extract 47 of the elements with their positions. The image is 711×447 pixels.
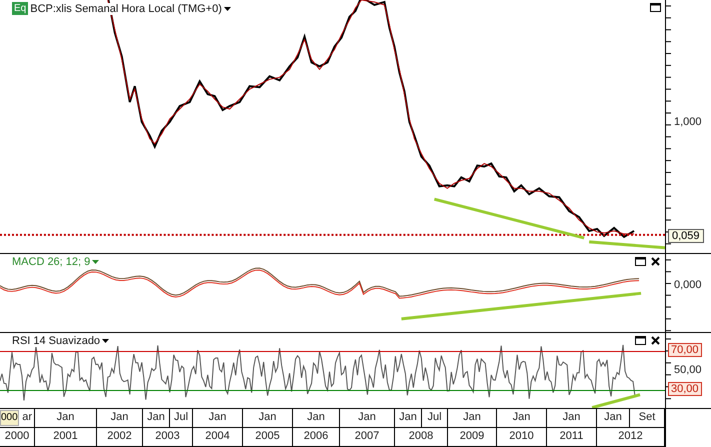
year-label: 2001 (35, 428, 97, 446)
month-label: Jan (395, 408, 422, 427)
month-label: Jan (97, 408, 143, 427)
chart-title[interactable]: BCP:xlis Semanal Hora Local (TMG+0) (30, 2, 222, 14)
year-label: 2002 (97, 428, 143, 446)
year-label: 2008 (395, 428, 448, 446)
month-label: Jul (170, 408, 193, 427)
axis-label: 50,00 (674, 364, 702, 376)
year-label: 2010 (497, 428, 547, 446)
maximize-icon[interactable] (635, 256, 646, 266)
year-label: 2003 (143, 428, 193, 446)
month-label: Jan (243, 408, 293, 427)
month-label: Jan (448, 408, 497, 427)
caret-icon[interactable] (224, 6, 231, 10)
cursor-date-label: 000 (0, 410, 19, 426)
indicator-title[interactable]: MACD 26; 12; 9 (12, 256, 90, 268)
month-label: Jan (143, 408, 170, 427)
indicator-title[interactable]: RSI 14 Suavizado (12, 335, 100, 348)
equity-badge: Eq (12, 2, 28, 15)
axis-label: 1,000 (674, 116, 702, 128)
year-label: 2004 (193, 428, 243, 446)
year-label: 2011 (547, 428, 597, 446)
maximize-icon[interactable] (635, 336, 646, 346)
month-label: Jan (35, 408, 97, 427)
level-tag: 70,00 (668, 343, 702, 358)
month-label: Jul (422, 408, 448, 427)
level-tag: 30,00 (668, 382, 702, 396)
axis-label: 0,000 (674, 278, 702, 291)
month-label: Jan (497, 408, 547, 427)
trend-line (592, 394, 640, 408)
month-label: Jan (547, 408, 597, 427)
caret-icon[interactable] (102, 339, 110, 344)
year-label: 2006 (293, 428, 340, 446)
maximize-icon[interactable] (650, 3, 661, 12)
year-label: 2009 (448, 428, 497, 446)
year-label: 2005 (243, 428, 293, 446)
month-label: Jan (597, 408, 630, 427)
month-label: Set (630, 408, 665, 427)
close-icon[interactable] (650, 336, 661, 346)
month-label: Jan (293, 408, 340, 427)
price-tag: 0,059 (668, 229, 704, 243)
year-label: 2007 (340, 428, 395, 446)
close-icon[interactable] (650, 256, 661, 266)
month-label: Jan (340, 408, 395, 427)
month-label: Jan (193, 408, 243, 427)
year-label: 2012 (597, 428, 665, 446)
year-label: 2000 (0, 428, 35, 446)
